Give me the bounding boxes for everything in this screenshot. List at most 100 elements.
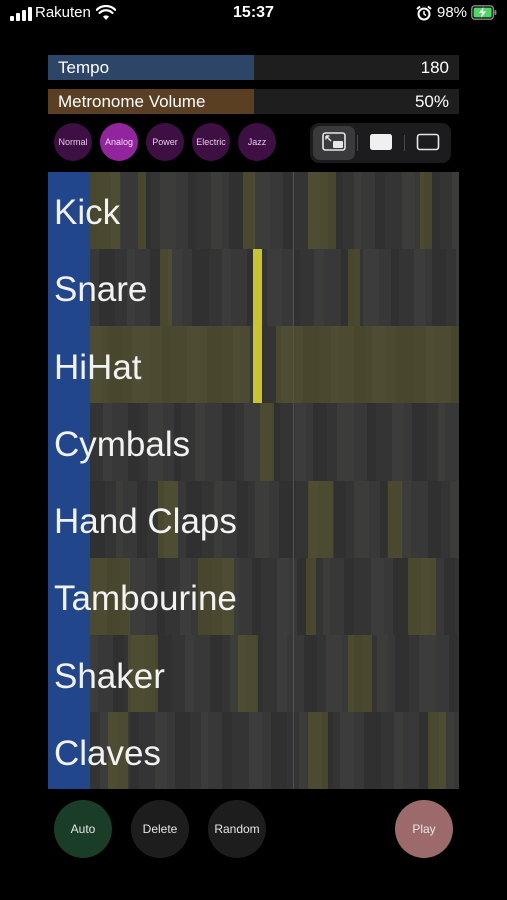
step-cell-active[interactable] xyxy=(428,711,446,789)
step-column xyxy=(343,172,354,250)
play-button[interactable]: Play xyxy=(395,800,453,858)
step-column xyxy=(337,403,354,481)
track-label-shaker[interactable]: Shaker xyxy=(54,659,165,694)
step-column xyxy=(201,711,208,789)
step-column xyxy=(393,557,409,635)
step-column xyxy=(363,249,379,327)
frame-view-button[interactable] xyxy=(407,126,449,160)
step-column xyxy=(324,249,341,327)
step-column xyxy=(190,711,201,789)
step-column xyxy=(323,557,330,635)
step-column xyxy=(446,249,456,327)
step-cell-active[interactable] xyxy=(138,172,146,250)
step-column xyxy=(441,480,450,558)
step-cell-active[interactable] xyxy=(408,557,436,635)
step-cell-active[interactable] xyxy=(253,249,262,327)
step-cell-active[interactable] xyxy=(308,711,328,789)
step-column xyxy=(306,403,313,481)
step-column xyxy=(445,403,459,481)
step-column xyxy=(121,172,138,250)
step-column xyxy=(253,172,270,250)
step-column xyxy=(235,403,244,481)
step-column xyxy=(277,634,287,712)
step-column xyxy=(300,249,314,327)
metronome-volume-slider[interactable]: Metronome Volume 50% xyxy=(48,89,459,114)
track-label-snare[interactable]: Snare xyxy=(54,272,147,307)
step-column xyxy=(313,403,327,481)
view-separator xyxy=(404,135,405,151)
step-column xyxy=(270,172,283,250)
step-column xyxy=(432,249,446,327)
step-column xyxy=(287,634,304,712)
step-column xyxy=(391,249,399,327)
step-cell-active[interactable] xyxy=(306,557,316,635)
step-column xyxy=(317,634,326,712)
step-column xyxy=(293,249,300,327)
auto-button[interactable]: Auto xyxy=(54,800,112,858)
random-button[interactable]: Random xyxy=(208,800,266,858)
step-column xyxy=(160,172,176,250)
step-column xyxy=(346,480,354,558)
step-column xyxy=(248,480,255,558)
step-column xyxy=(449,634,458,712)
track-label-hihat[interactable]: HiHat xyxy=(54,350,142,385)
step-column xyxy=(427,403,438,481)
step-cell-active[interactable] xyxy=(420,172,432,250)
step-column xyxy=(188,172,196,250)
step-column xyxy=(167,711,175,789)
step-column xyxy=(384,557,393,635)
step-cell-active[interactable] xyxy=(238,634,258,712)
step-cell-active[interactable] xyxy=(308,480,333,558)
step-column xyxy=(252,557,261,635)
step-column xyxy=(354,172,361,250)
step-column xyxy=(267,249,282,327)
step-cell-active[interactable] xyxy=(348,249,360,327)
step-column xyxy=(401,480,411,558)
step-column xyxy=(388,634,395,712)
kit-button-analog[interactable]: Analog xyxy=(100,123,138,161)
step-column xyxy=(436,634,449,712)
step-cell-active[interactable] xyxy=(388,480,402,558)
kit-button-jazz[interactable]: Jazz xyxy=(238,123,276,161)
step-column xyxy=(399,249,414,327)
step-sequencer-grid[interactable]: Kick Snare HiHat Cymbals Hand Claps Tamb… xyxy=(48,172,459,789)
kit-button-power[interactable]: Power xyxy=(146,123,184,161)
step-cell-active[interactable] xyxy=(243,172,255,250)
kit-button-normal[interactable]: Normal xyxy=(54,123,92,161)
step-cell-active[interactable] xyxy=(160,249,172,327)
step-column xyxy=(380,480,387,558)
step-column xyxy=(395,634,409,712)
step-column xyxy=(376,403,392,481)
delete-button[interactable]: Delete xyxy=(131,800,189,858)
fill-view-button[interactable] xyxy=(360,126,402,160)
step-column xyxy=(377,634,388,712)
track-label-hand-claps[interactable]: Hand Claps xyxy=(54,504,237,539)
step-column xyxy=(237,480,248,558)
step-column xyxy=(354,480,369,558)
track-label-tambourine[interactable]: Tambourine xyxy=(54,581,237,616)
track-label-cymbals[interactable]: Cymbals xyxy=(54,427,190,462)
step-column xyxy=(379,249,391,327)
step-cell-active[interactable] xyxy=(308,172,336,250)
step-column xyxy=(277,557,289,635)
step-column xyxy=(231,249,247,327)
step-cell-active[interactable] xyxy=(260,403,274,481)
step-column xyxy=(261,557,277,635)
step-column xyxy=(428,480,441,558)
step-column xyxy=(222,634,230,712)
track-label-claves[interactable]: Claves xyxy=(54,736,161,771)
track-label-bar xyxy=(48,172,90,789)
tempo-slider[interactable]: Tempo 180 xyxy=(48,55,459,80)
step-cell-active[interactable] xyxy=(276,326,459,404)
step-column xyxy=(385,172,402,250)
kit-button-electric[interactable]: Electric xyxy=(192,123,230,161)
step-column xyxy=(440,172,452,250)
tempo-value: 180 xyxy=(420,58,449,77)
step-cell-active[interactable] xyxy=(348,634,372,712)
track-label-kick[interactable]: Kick xyxy=(54,195,120,230)
metronome-volume-value: 50% xyxy=(414,92,449,111)
step-column xyxy=(404,403,412,481)
step-column xyxy=(438,403,445,481)
step-cell-active[interactable] xyxy=(253,326,262,404)
pip-view-button[interactable] xyxy=(313,126,355,160)
